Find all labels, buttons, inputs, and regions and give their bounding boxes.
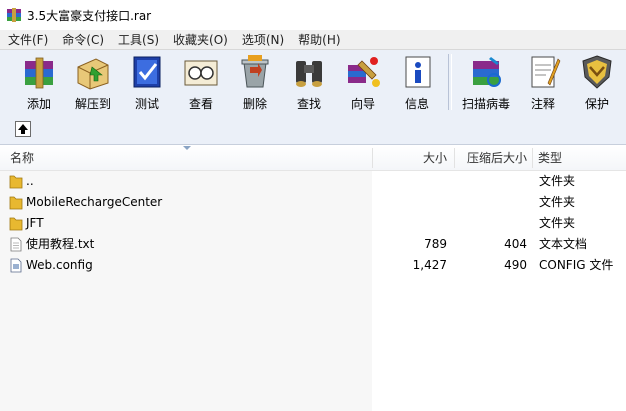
- binoculars-icon: [296, 61, 322, 87]
- view-button[interactable]: 查看: [174, 50, 228, 112]
- file-type: 文件夹: [539, 195, 576, 209]
- menu-options[interactable]: 选项(N): [234, 31, 290, 48]
- file-packed-size: 404: [504, 237, 527, 251]
- file-type: 文件夹: [539, 174, 576, 188]
- add-label: 添加: [26, 97, 51, 111]
- column-header-type[interactable]: 类型: [538, 146, 562, 170]
- file-list: 名称 大小 压缩后大小 类型 .. 文件夹 MobileRechargeCent…: [0, 146, 626, 411]
- wizard-label: 向导: [350, 97, 375, 111]
- file-row-parent[interactable]: .. 文件夹: [0, 171, 626, 192]
- wizard-icon: [348, 57, 380, 87]
- info-icon: [405, 56, 431, 88]
- file-type: 文件夹: [539, 216, 576, 230]
- sort-arrow-icon: [183, 146, 191, 150]
- extract-button[interactable]: 解压到: [66, 50, 120, 112]
- view-icon: [184, 60, 218, 86]
- info-label: 信息: [404, 97, 429, 111]
- arrow-up-icon: [18, 124, 28, 134]
- menu-tools[interactable]: 工具(S): [110, 31, 165, 48]
- scan-virus-label: 扫描病毒: [461, 97, 510, 111]
- folder-icon: [9, 175, 23, 189]
- file-size: 789: [424, 237, 447, 251]
- winrar-app-icon: [7, 8, 21, 22]
- file-name: Web.config: [26, 258, 93, 272]
- delete-icon: [241, 55, 269, 88]
- folder-icon: [9, 196, 23, 210]
- file-type: 文本文档: [539, 237, 588, 251]
- folder-icon: [9, 217, 23, 231]
- file-name: 使用教程.txt: [26, 237, 95, 251]
- file-name: ..: [26, 174, 34, 188]
- protect-label: 保护: [584, 97, 609, 111]
- column-divider[interactable]: [372, 148, 373, 168]
- file-row[interactable]: MobileRechargeCenter 文件夹: [0, 192, 626, 213]
- toolbar: 添加 解压到 测试 查看 删除 查找 向导 信息 扫描病毒 注释 保护: [0, 50, 626, 114]
- file-size: [380, 192, 447, 213]
- column-header-size[interactable]: 大小: [380, 146, 447, 170]
- file-packed-size: [456, 192, 527, 213]
- extract-icon: [77, 58, 109, 90]
- column-divider[interactable]: [532, 148, 533, 168]
- column-header-packed[interactable]: 压缩后大小: [456, 146, 527, 170]
- comment-button[interactable]: 注释: [516, 50, 570, 112]
- file-row[interactable]: 使用教程.txt 789 404 文本文档: [0, 234, 626, 255]
- wizard-button[interactable]: 向导: [336, 50, 390, 112]
- title-bar: 3.5大富豪支付接口.rar: [0, 0, 626, 30]
- comment-label: 注释: [530, 97, 555, 111]
- view-label: 查看: [188, 97, 213, 111]
- file-type: CONFIG 文件: [539, 258, 614, 272]
- find-label: 查找: [296, 97, 321, 111]
- file-row[interactable]: Web.config 1,427 490 CONFIG 文件: [0, 255, 626, 276]
- file-packed-size: 490: [504, 258, 527, 272]
- scan-virus-button[interactable]: 扫描病毒: [456, 50, 516, 112]
- column-divider[interactable]: [454, 148, 455, 168]
- column-header-name[interactable]: 名称: [10, 146, 34, 170]
- test-icon: [133, 56, 161, 88]
- file-size: 1,427: [412, 258, 447, 272]
- add-button[interactable]: 添加: [12, 50, 66, 112]
- menu-favorites[interactable]: 收藏夹(O): [165, 31, 234, 48]
- extract-label: 解压到: [74, 97, 111, 111]
- menu-commands[interactable]: 命令(C): [54, 31, 110, 48]
- file-packed-size: [456, 171, 527, 192]
- file-name: JFT: [26, 216, 44, 230]
- find-button[interactable]: 查找: [282, 50, 336, 112]
- comment-icon: [531, 56, 561, 88]
- info-button[interactable]: 信息: [390, 50, 444, 112]
- scan-virus-icon: [473, 57, 501, 87]
- add-archive-icon: [25, 57, 53, 89]
- test-button[interactable]: 测试: [120, 50, 174, 112]
- test-label: 测试: [134, 97, 159, 111]
- menu-bar: 文件(F) 命令(C) 工具(S) 收藏夹(O) 选项(N) 帮助(H): [0, 30, 626, 50]
- address-bar: [0, 114, 626, 145]
- protect-button[interactable]: 保护: [570, 50, 624, 112]
- up-folder-button[interactable]: [15, 121, 31, 137]
- list-header: 名称 大小 压缩后大小 类型: [0, 146, 626, 171]
- file-name: MobileRechargeCenter: [26, 195, 163, 209]
- config-file-icon: [10, 258, 22, 273]
- file-row[interactable]: JFT 文件夹: [0, 213, 626, 234]
- shield-icon: [582, 55, 612, 89]
- file-size: [380, 171, 447, 192]
- menu-file[interactable]: 文件(F): [0, 31, 54, 48]
- delete-button[interactable]: 删除: [228, 50, 282, 112]
- file-packed-size: [456, 213, 527, 234]
- window-title: 3.5大富豪支付接口.rar: [27, 8, 152, 23]
- toolbar-separator: [448, 54, 452, 110]
- file-size: [380, 213, 447, 234]
- text-file-icon: [10, 237, 22, 252]
- menu-help[interactable]: 帮助(H): [290, 31, 346, 48]
- delete-label: 删除: [242, 97, 267, 111]
